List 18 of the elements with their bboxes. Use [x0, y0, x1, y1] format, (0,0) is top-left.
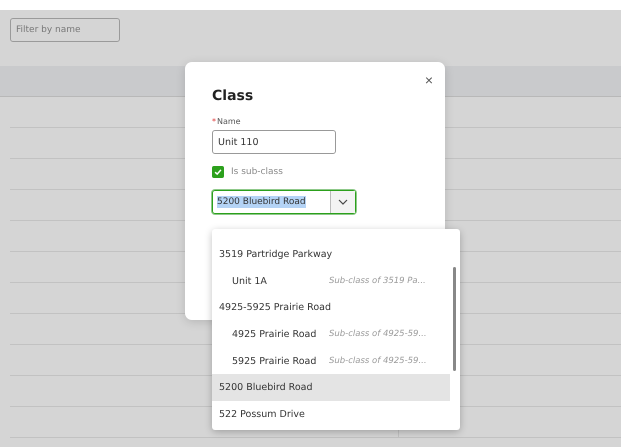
filter-field[interactable]: Filter by name	[10, 18, 120, 42]
required-mark: *	[212, 117, 216, 126]
name-field[interactable]: Unit 110	[212, 130, 336, 154]
chevron-down-icon	[338, 199, 348, 205]
scrollbar[interactable]	[453, 267, 456, 371]
dropdown-option[interactable]: 3519 Partridge Parkway	[212, 241, 450, 268]
field-label: Name	[217, 117, 241, 126]
checkbox[interactable]	[212, 166, 224, 178]
dropdown-option[interactable]: Unit 1A Sub-class of 3519 Pa...	[212, 268, 450, 294]
close-button[interactable]: ×	[424, 72, 433, 88]
dropdown-option[interactable]: 522 Possum Drive	[212, 401, 450, 428]
parent-select[interactable]: 5200 Bluebird Road	[212, 190, 356, 214]
dropdown-option[interactable]: 4925 Prairie Road Sub-class of 4925-59...	[212, 321, 450, 348]
dropdown-option[interactable]: 4925-5925 Prairie Road	[212, 294, 450, 322]
dropdown-option[interactable]: 5925 Prairie Road Sub-class of 4925-59...	[212, 348, 450, 374]
dialog-title: Class	[212, 88, 254, 104]
dropdown-option[interactable]: 5200 Bluebird Road	[212, 374, 450, 402]
checkbox-label: Is sub-class	[231, 167, 283, 177]
